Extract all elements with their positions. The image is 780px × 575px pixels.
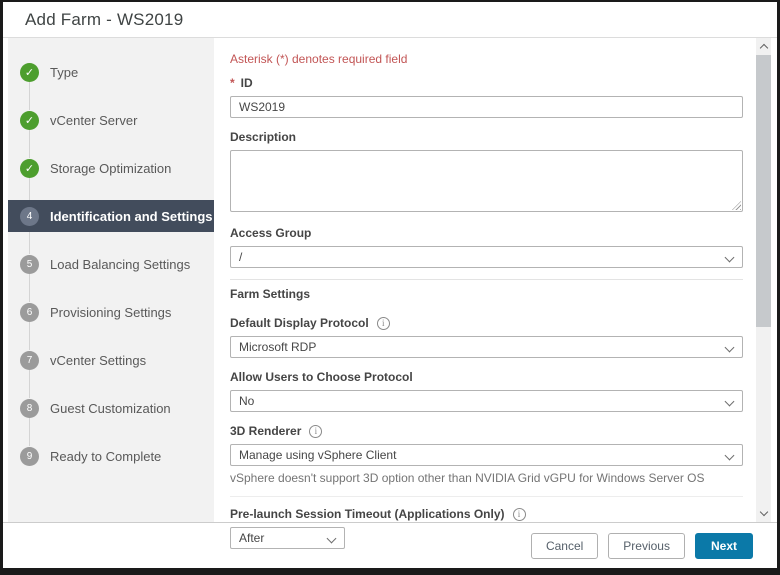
access-group-label: Access Group — [230, 226, 743, 240]
step-label: Type — [50, 65, 78, 80]
step-number-badge: 7 — [20, 351, 39, 370]
step-label: vCenter Server — [50, 113, 137, 128]
step-label: vCenter Settings — [50, 353, 146, 368]
step-number-badge: 6 — [20, 303, 39, 322]
step-connector — [29, 322, 30, 350]
check-icon: ✓ — [20, 159, 39, 178]
chevron-down-icon — [725, 397, 735, 407]
next-button[interactable]: Next — [695, 533, 753, 559]
farm-settings-heading: Farm Settings — [230, 287, 743, 301]
step-label: Load Balancing Settings — [50, 257, 190, 272]
default-display-protocol-label: Default Display Protocol i — [230, 316, 743, 330]
description-textarea[interactable] — [230, 150, 743, 212]
cancel-button[interactable]: Cancel — [531, 533, 598, 559]
step-connector — [29, 418, 30, 446]
allow-users-choose-protocol-label: Allow Users to Choose Protocol — [230, 370, 743, 384]
dialog-content: ✓ Type ✓ vCenter Server ✓ Storage Optimi… — [3, 38, 777, 523]
step-label: Provisioning Settings — [50, 305, 171, 320]
step-provisioning-settings[interactable]: 6 Provisioning Settings — [8, 302, 214, 322]
info-icon[interactable]: i — [377, 317, 390, 330]
3d-renderer-select[interactable]: Manage using vSphere Client — [230, 444, 743, 466]
step-number-badge: 9 — [20, 447, 39, 466]
wizard-steps-sidebar: ✓ Type ✓ vCenter Server ✓ Storage Optimi… — [8, 38, 214, 522]
prelaunch-timeout-label: Pre-launch Session Timeout (Applications… — [230, 507, 743, 521]
step-label: Identification and Settings — [50, 209, 213, 224]
dialog-title: Add Farm - WS2019 — [25, 10, 183, 30]
chevron-down-icon — [725, 343, 735, 353]
check-icon: ✓ — [20, 111, 39, 130]
3d-renderer-label: 3D Renderer i — [230, 424, 743, 438]
required-field-note: Asterisk (*) denotes required field — [230, 52, 743, 66]
step-vcenter-server[interactable]: ✓ vCenter Server — [8, 110, 214, 130]
step-identification-and-settings[interactable]: 4 Identification and Settings — [8, 200, 214, 232]
description-label: Description — [230, 130, 743, 144]
step-number-badge: 5 — [20, 255, 39, 274]
step-connector — [29, 82, 30, 110]
step-ready-to-complete[interactable]: 9 Ready to Complete — [8, 446, 214, 466]
section-divider — [230, 279, 743, 280]
step-label: Guest Customization — [50, 401, 171, 416]
add-farm-dialog: Add Farm - WS2019 ✓ Type ✓ vCenter Serve… — [0, 0, 780, 575]
required-asterisk: * — [230, 76, 235, 90]
step-connector — [29, 130, 30, 158]
scroll-up-icon[interactable] — [756, 39, 771, 54]
id-label: * ID — [230, 76, 743, 90]
step-vcenter-settings[interactable]: 7 vCenter Settings — [8, 350, 214, 370]
step-connector — [29, 370, 30, 398]
dialog-header: Add Farm - WS2019 — [3, 2, 777, 38]
step-type[interactable]: ✓ Type — [8, 62, 214, 82]
step-label: Ready to Complete — [50, 449, 161, 464]
step-storage-optimization[interactable]: ✓ Storage Optimization — [8, 158, 214, 178]
info-icon[interactable]: i — [513, 508, 526, 521]
step-connector — [29, 274, 30, 302]
chevron-down-icon — [725, 451, 735, 461]
section-divider — [230, 496, 743, 497]
check-icon: ✓ — [20, 63, 39, 82]
access-group-select[interactable]: / — [230, 246, 743, 268]
info-icon[interactable]: i — [309, 425, 322, 438]
step-number-badge: 4 — [20, 207, 39, 226]
step-label: Storage Optimization — [50, 161, 171, 176]
step-number-badge: 8 — [20, 399, 39, 418]
dialog-footer: Cancel Previous Next — [3, 523, 777, 568]
chevron-down-icon — [327, 534, 337, 544]
3d-renderer-note: vSphere doesn't support 3D option other … — [230, 471, 743, 485]
scrollbar-thumb[interactable] — [756, 55, 771, 327]
previous-button[interactable]: Previous — [608, 533, 685, 559]
allow-users-choose-protocol-select[interactable]: No — [230, 390, 743, 412]
prelaunch-when-select[interactable]: After — [230, 527, 345, 549]
form-panel: Asterisk (*) denotes required field * ID… — [214, 38, 756, 522]
default-display-protocol-select[interactable]: Microsoft RDP — [230, 336, 743, 358]
step-load-balancing-settings[interactable]: 5 Load Balancing Settings — [8, 254, 214, 274]
vertical-scrollbar[interactable] — [756, 38, 771, 522]
step-guest-customization[interactable]: 8 Guest Customization — [8, 398, 214, 418]
scroll-down-icon[interactable] — [756, 506, 771, 521]
id-input[interactable] — [230, 96, 743, 118]
chevron-down-icon — [725, 253, 735, 263]
